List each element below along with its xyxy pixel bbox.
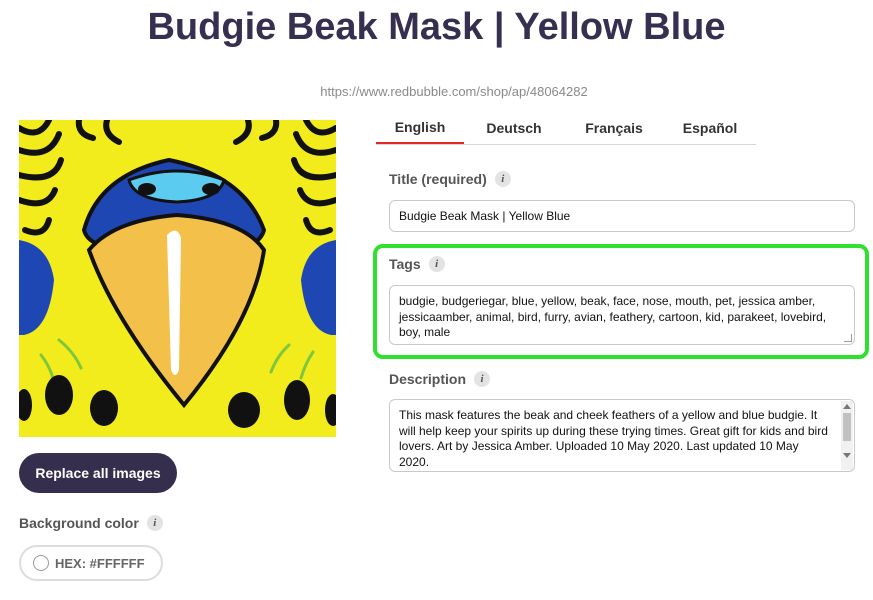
background-color-label-text: Background color [19,515,139,531]
tab-francais[interactable]: Français [564,112,664,144]
description-textarea[interactable]: This mask features the beak and cheek fe… [389,399,855,472]
tags-textarea[interactable]: budgie, budgeriegar, blue, yellow, beak,… [389,285,855,345]
product-url[interactable]: https://www.redbubble.com/shop/ap/480642… [0,84,873,99]
tags-label-text: Tags [389,256,421,272]
title-label-text: Title (required) [389,171,487,187]
color-swatch-icon[interactable] [33,555,49,571]
background-color-label: Background color i [19,515,163,531]
hex-color-input[interactable]: HEX: #FFFFFF [19,545,163,581]
title-label: Title (required) i [389,171,511,187]
resize-handle-icon[interactable] [844,334,852,342]
title-input[interactable]: Budgie Beak Mask | Yellow Blue [389,200,855,232]
product-image [19,120,336,437]
description-value: This mask features the beak and cheek fe… [399,408,828,469]
page-title: Budgie Beak Mask | Yellow Blue [147,6,726,48]
scroll-thumb[interactable] [843,413,851,441]
description-label-text: Description [389,371,467,387]
scroll-up-icon[interactable] [843,404,851,409]
budgie-artwork [19,120,336,437]
tags-label: Tags i [389,256,445,272]
description-label: Description i [389,371,491,387]
info-icon[interactable]: i [428,256,445,272]
tab-deutsch[interactable]: Deutsch [464,112,564,144]
tab-espanol[interactable]: Español [664,112,756,144]
info-icon[interactable]: i [494,171,511,187]
scrollbar[interactable] [841,401,853,470]
scroll-down-icon[interactable] [843,453,851,458]
tab-english[interactable]: English [376,112,464,144]
replace-images-button[interactable]: Replace all images [19,453,177,493]
hex-value: HEX: #FFFFFF [55,555,145,571]
language-tabs: English Deutsch Français Español [376,112,756,145]
tags-value: budgie, budgeriegar, blue, yellow, beak,… [399,294,827,339]
info-icon[interactable]: i [146,515,163,531]
info-icon[interactable]: i [474,371,491,387]
